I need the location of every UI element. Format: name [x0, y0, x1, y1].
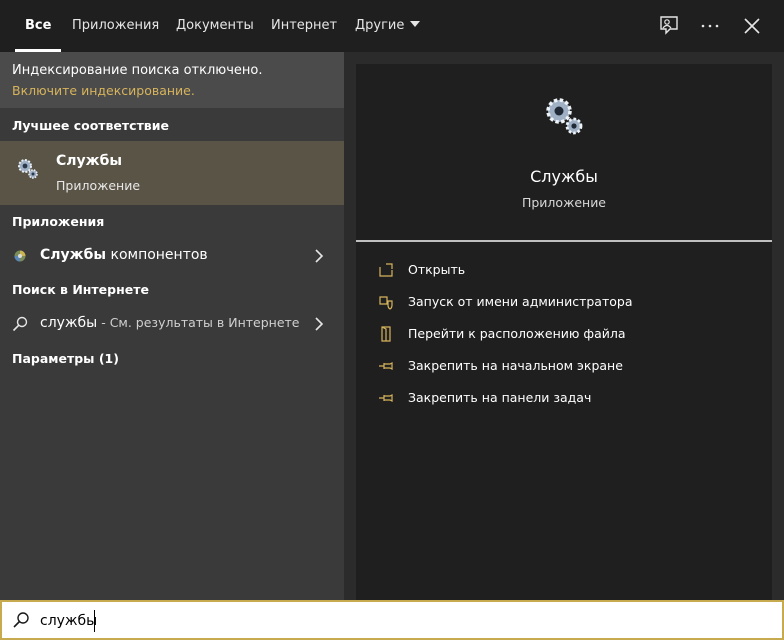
pin-icon	[379, 362, 393, 370]
search-bar	[0, 600, 784, 640]
admin-shield-icon	[379, 296, 393, 310]
file-location-icon	[381, 326, 391, 342]
component-services-icon	[14, 250, 26, 262]
results-panel: Индексирование поиска отключено. Включит…	[0, 52, 344, 600]
indexing-notice-text: Индексирование поиска отключено.	[12, 63, 263, 78]
apps-header: Приложения	[12, 214, 105, 229]
action-pin-start-label: Закрепить на начальном экране	[408, 358, 623, 373]
action-open-file-location-label: Перейти к расположению файла	[408, 326, 626, 341]
feedback-icon[interactable]	[657, 14, 681, 38]
best-match-header: Лучшее соответствие	[12, 118, 169, 133]
preview-panel: Службы Приложение Открыть Запуск от имен…	[356, 64, 772, 600]
action-pin-taskbar-label: Закрепить на панели задач	[408, 390, 592, 405]
top-bar: Все Приложения Документы Интернет Другие	[0, 0, 784, 52]
tab-other-label: Другие	[355, 18, 405, 33]
search-icon	[12, 316, 28, 332]
tab-all[interactable]: Все	[14, 0, 63, 52]
app-result-rest: компонентов	[106, 247, 208, 263]
search-icon	[13, 612, 29, 628]
caret-down-icon	[410, 21, 421, 27]
preview-divider	[356, 240, 772, 242]
gears-icon	[546, 98, 583, 135]
preview-title: Службы	[530, 167, 598, 186]
gears-icon	[18, 159, 38, 179]
action-open-file-location[interactable]: Перейти к расположению файла	[378, 322, 758, 346]
action-run-as-admin[interactable]: Запуск от имени администратора	[378, 290, 758, 314]
tab-internet[interactable]: Интернет	[271, 0, 337, 52]
action-open[interactable]: Открыть	[378, 258, 758, 282]
action-open-label: Открыть	[408, 262, 466, 277]
tab-documents[interactable]: Документы	[176, 0, 254, 52]
enable-indexing-link[interactable]: Включите индексирование.	[12, 83, 195, 98]
app-result-label: Службы компонентов	[40, 247, 208, 263]
app-result-item[interactable]: Службы компонентов	[0, 240, 344, 272]
action-pin-start[interactable]: Закрепить на начальном экране	[378, 354, 758, 378]
best-match-title: Службы	[56, 153, 123, 169]
pin-icon	[379, 394, 393, 402]
best-match-subtitle: Приложение	[56, 178, 141, 193]
close-icon[interactable]	[740, 14, 764, 38]
tab-apps[interactable]: Приложения	[72, 0, 159, 52]
web-search-header: Поиск в Интернете	[12, 282, 149, 297]
open-icon	[379, 263, 393, 277]
text-caret	[94, 610, 95, 632]
preview-subtitle: Приложение	[521, 195, 607, 210]
action-pin-taskbar[interactable]: Закрепить на панели задач	[378, 386, 758, 410]
indexing-notice: Индексирование поиска отключено. Включит…	[0, 52, 344, 108]
web-result-bold: службы	[40, 315, 98, 331]
settings-header[interactable]: Параметры (1)	[12, 351, 119, 366]
tab-other[interactable]: Другие	[355, 0, 421, 52]
app-result-bold: Службы	[40, 247, 107, 263]
more-icon[interactable]	[698, 14, 722, 38]
best-match-item[interactable]: Службы Приложение	[0, 141, 344, 205]
action-run-as-admin-label: Запуск от имени администратора	[408, 294, 633, 309]
web-result-item[interactable]: службы - См. результаты в Интернете	[0, 308, 344, 340]
web-result-rest: - См. результаты в Интернете	[97, 315, 300, 330]
search-input[interactable]	[40, 608, 740, 634]
chevron-right-icon[interactable]	[313, 317, 325, 331]
chevron-right-icon[interactable]	[313, 249, 325, 263]
web-result-label: службы - См. результаты в Интернете	[40, 315, 300, 331]
